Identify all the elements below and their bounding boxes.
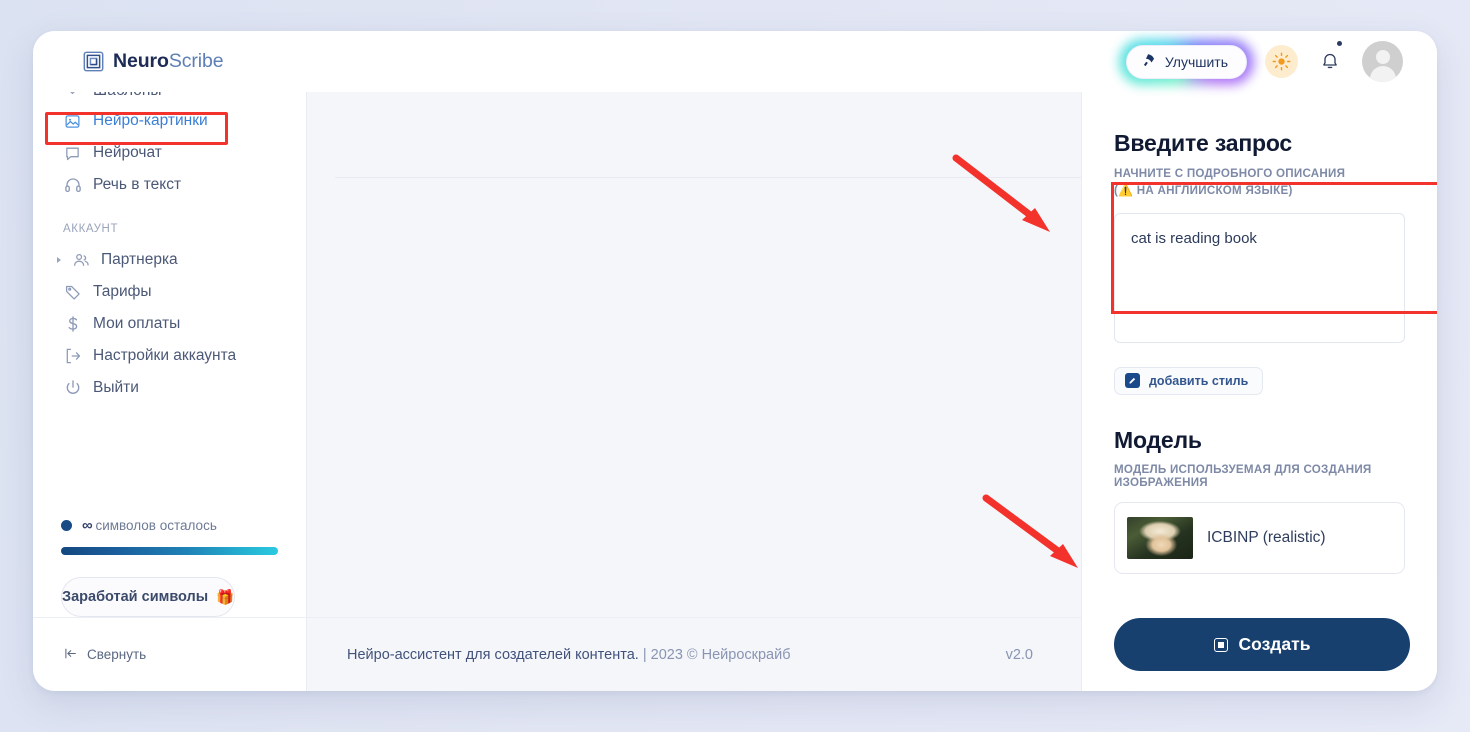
sidebar-item-speech-to-text[interactable]: Речь в текст — [53, 169, 286, 201]
app-header: NeuroScribe Улучшить — [33, 31, 1437, 92]
chevron-down-icon — [63, 92, 82, 99]
earn-symbols-label: Заработай символы — [62, 589, 209, 605]
main-content: Нейро-ассистент для создателей контента.… — [307, 92, 1081, 691]
settings-panel: Введите запрос НАЧНИТЕ С ПОДРОБНОГО ОПИС… — [1081, 92, 1437, 691]
brand-logo-group[interactable]: NeuroScribe — [83, 50, 224, 73]
generation-canvas — [307, 92, 1081, 617]
sidebar-section-account: АККАУНТ — [63, 223, 119, 235]
create-button-label: Создать — [1238, 634, 1311, 654]
sidebar-item-partner[interactable]: Партнерка — [53, 244, 286, 276]
sidebar-item-templates[interactable]: Шаблоны — [53, 92, 286, 105]
model-selector-card[interactable]: ICBINP (realistic) — [1114, 501, 1405, 574]
footer-text-group: Нейро-ассистент для создателей контента.… — [347, 647, 791, 663]
plus-square-icon — [1213, 637, 1228, 652]
sidebar-item-label: Мои оплаты — [93, 315, 181, 332]
prompt-hint-line1: НАЧНИТЕ С ПОДРОБНОГО ОПИСАНИЯ — [1114, 167, 1346, 180]
tokens-progress-bar — [61, 547, 278, 555]
tag-icon — [63, 283, 82, 301]
sidebar-item-label: Партнерка — [101, 251, 178, 268]
sidebar-item-label: Тарифы — [93, 283, 152, 300]
status-dot-icon — [61, 520, 72, 531]
collapse-left-icon — [63, 647, 78, 663]
prompt-section-hint: НАЧНИТЕ С ПОДРОБНОГО ОПИСАНИЯ (⚠️ НА АНГ… — [1114, 166, 1405, 200]
create-button[interactable]: Создать — [1114, 618, 1410, 671]
warning-triangle-icon: ⚠️ — [1118, 183, 1134, 198]
screen-root: NeuroScribe Улучшить Нейро-картинки Нейр… — [0, 0, 1470, 732]
notification-dot — [1337, 40, 1342, 46]
sidebar-item-label: Шаблоны — [93, 92, 162, 100]
add-style-label: добавить стиль — [1149, 373, 1249, 388]
app-version: v2.0 — [1005, 646, 1033, 663]
headphones-icon — [63, 176, 82, 194]
collapse-sidebar-label: Свернуть — [87, 647, 147, 662]
sidebar-item-label: Нейро-картинки — [93, 112, 208, 129]
brand-name: NeuroScribe — [113, 50, 224, 73]
sidebar-item-account-settings[interactable]: Настройки аккаунта — [53, 340, 286, 372]
app-footer: Нейро-ассистент для создателей контента.… — [307, 617, 1081, 691]
sidebar-item-my-payments[interactable]: Мои оплаты — [53, 308, 286, 340]
model-name-label: ICBINP (realistic) — [1207, 528, 1326, 546]
theme-toggle-button[interactable] — [1265, 45, 1298, 78]
sidebar-item-label: Речь в текст — [93, 176, 182, 193]
dollar-icon — [63, 315, 82, 333]
model-section-subtitle: МОДЕЛЬ ИСПОЛЬЗУЕМАЯ ДЛЯ СОЗДАНИЯ ИЗОБРАЖ… — [1114, 462, 1372, 489]
sidebar-item-logout[interactable]: Выйти — [53, 372, 286, 404]
prompt-hint-line2: НА АНГЛИЙСКОМ ЯЗЫКЕ) — [1133, 184, 1293, 198]
caret-right-icon — [57, 257, 61, 263]
earn-symbols-button[interactable]: Заработай символы 🎁 — [61, 577, 236, 617]
logout-bracket-icon — [63, 347, 82, 365]
add-style-button[interactable]: добавить стиль — [1114, 366, 1264, 395]
upgrade-button-label: Улучшить — [1164, 53, 1228, 70]
tokens-row: ∞ символов осталось — [61, 517, 278, 534]
gift-icon: 🎁 — [216, 589, 235, 606]
tokens-count: ∞ — [82, 517, 93, 534]
edit-square-icon — [1125, 373, 1140, 389]
tokens-caption: символов осталось — [95, 518, 217, 533]
power-icon — [63, 379, 82, 397]
footer-copyright: | 2023 © Нейроскрайб — [642, 646, 791, 663]
upgrade-button[interactable]: Улучшить — [1125, 44, 1247, 79]
layers-square-icon — [83, 51, 104, 72]
sun-icon — [1272, 52, 1291, 71]
sidebar-footer: Свернуть — [33, 617, 306, 691]
prompt-input[interactable] — [1114, 212, 1405, 343]
footer-tagline: Нейро-ассистент для создателей контента. — [347, 646, 639, 663]
notifications-button[interactable] — [1316, 40, 1344, 77]
sidebar-item-tariffs[interactable]: Тарифы — [53, 276, 286, 308]
rocket-icon — [1139, 51, 1157, 71]
sidebar-nav: Шаблоны Нейро-картинки — [33, 92, 306, 517]
sidebar-item-neuro-chat[interactable]: Нейрочат — [53, 137, 286, 169]
upgrade-button-wrapper: Улучшить — [1118, 38, 1254, 85]
bell-icon — [1323, 53, 1337, 68]
image-icon — [63, 113, 82, 130]
model-section-title: Модель — [1114, 426, 1202, 453]
app-body: Шаблоны Нейро-картинки — [33, 92, 1437, 691]
sidebar: Шаблоны Нейро-картинки — [33, 92, 307, 691]
sidebar-tokens-block: ∞ символов осталось Заработай символы 🎁 — [33, 517, 306, 617]
sidebar-item-neuro-images[interactable]: Нейро-картинки — [53, 105, 286, 137]
brand-name-bold: Neuro — [113, 50, 169, 72]
header-actions: Улучшить — [1118, 38, 1403, 85]
brand-name-light: Scribe — [168, 50, 224, 72]
sidebar-item-label: Нейрочат — [93, 144, 162, 161]
chat-bubble-icon — [63, 145, 82, 162]
tokens-label: ∞ символов осталось — [82, 517, 217, 534]
sidebar-item-label: Настройки аккаунта — [93, 347, 237, 364]
avatar[interactable] — [1362, 41, 1403, 82]
collapse-sidebar-button[interactable]: Свернуть — [63, 647, 146, 663]
model-preview-thumbnail — [1127, 516, 1193, 559]
users-icon — [71, 251, 90, 269]
prompt-section-title: Введите запрос — [1114, 130, 1293, 156]
content-divider — [335, 177, 1081, 178]
app-window: NeuroScribe Улучшить Нейро-картинки Нейр… — [33, 31, 1437, 691]
sidebar-item-label: Выйти — [93, 379, 139, 396]
sidebar-item-clipped[interactable]: Шаблоны — [53, 92, 286, 105]
